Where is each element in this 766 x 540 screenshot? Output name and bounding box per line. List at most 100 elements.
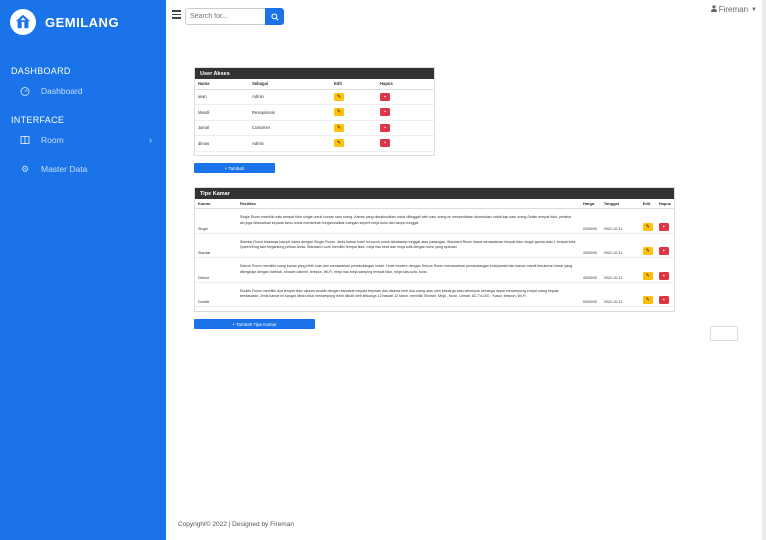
search-input[interactable]: [185, 8, 265, 25]
col-header: Kamar: [195, 199, 237, 209]
cell-sebagai: Customer: [249, 120, 331, 136]
cell-fasilitas: Double Room memiliki dua tempat tidur uk…: [236, 282, 580, 307]
cell-harga: 2000000: [579, 208, 601, 234]
brand[interactable]: GEMILANG: [10, 9, 119, 35]
trash-icon: ▪: [662, 272, 665, 279]
delete-button[interactable]: ▪: [380, 139, 390, 148]
search-button[interactable]: [265, 8, 284, 25]
col-header: Sebagai: [249, 79, 331, 90]
col-header: Hapus: [655, 199, 674, 209]
trash-icon: ▪: [384, 124, 386, 131]
gear-icon: ⚙: [20, 163, 30, 174]
delete-button[interactable]: ▪: [380, 123, 390, 132]
cell-kamar: Standar: [195, 233, 237, 258]
chevron-right-icon: ›: [149, 135, 152, 145]
empty-box: [710, 326, 738, 341]
sidebar-item-label: Room: [41, 135, 64, 145]
dashboard-icon: [20, 86, 30, 96]
pencil-icon: ✎: [645, 248, 650, 254]
pencil-icon: ✎: [336, 124, 342, 131]
cell-kamar: Deluxe: [195, 257, 237, 283]
user-name: Fireman: [718, 5, 749, 14]
edit-button[interactable]: ✎: [334, 92, 344, 101]
cell-tanggal: 2022-10-31: [600, 208, 640, 234]
edit-button[interactable]: ✎: [334, 139, 344, 148]
col-header: Tanggal: [600, 199, 640, 209]
user-akses-card: User Akses Nama Sebagai Edit Hapus iwan …: [194, 67, 435, 156]
sidebar-item-room[interactable]: Room ›: [20, 132, 152, 148]
tipe-kamar-table: Kamar Fasilitas Harga Tanggal Edit Hapus…: [195, 199, 674, 307]
pencil-icon: ✎: [645, 272, 650, 279]
edit-button[interactable]: ✎: [334, 108, 344, 117]
trash-icon: ▪: [662, 297, 665, 303]
cell-fasilitas: Standar Room biasanya hampir sama dengan…: [236, 233, 580, 258]
section-interface: INTERFACE: [11, 115, 65, 125]
table-row: Single Single Room memiliki satu tempat …: [195, 208, 674, 234]
trash-icon: ▪: [662, 223, 665, 230]
trash-icon: ▪: [384, 109, 386, 116]
cell-nama: dimas: [195, 135, 249, 152]
delete-button[interactable]: ▪: [380, 92, 390, 101]
cell-kamar: Double: [195, 282, 237, 307]
brand-name: GEMILANG: [45, 14, 120, 30]
trash-icon: ▪: [384, 93, 386, 100]
edit-button[interactable]: ✎: [334, 123, 344, 132]
cell-sebagai: Admin: [249, 89, 331, 105]
delete-button[interactable]: ▪: [658, 296, 669, 304]
col-header: Harga: [579, 199, 601, 209]
edit-button[interactable]: ✎: [642, 222, 653, 231]
col-header: Edit: [639, 199, 656, 209]
cell-harga: 5000000: [579, 282, 601, 307]
trash-icon: ▪: [662, 248, 665, 254]
topbar: Fireman ▼: [166, 0, 766, 34]
cell-tanggal: 2022-10-31: [600, 233, 640, 258]
user-icon: [710, 5, 717, 14]
sidebar-item-master-data[interactable]: ⚙ Master Data: [20, 161, 152, 177]
cell-harga: 4000000: [579, 257, 601, 283]
col-header: Hapus: [377, 79, 434, 90]
table-row: Deluxe Deluxe Room memiliki ruang kamar …: [195, 257, 674, 283]
delete-button[interactable]: ▪: [380, 108, 390, 117]
edit-button[interactable]: ✎: [642, 247, 653, 255]
pencil-icon: ✎: [336, 140, 342, 147]
trash-icon: ▪: [384, 140, 386, 147]
cell-kamar: Single: [195, 208, 237, 234]
user-menu[interactable]: Fireman ▼: [710, 5, 757, 14]
col-header: Nama: [195, 79, 249, 90]
cell-nama: iwan: [195, 89, 249, 105]
pencil-icon: ✎: [336, 93, 342, 100]
table-row: Standar Standar Room biasanya hampir sam…: [195, 233, 674, 258]
scrollbar[interactable]: [762, 0, 766, 540]
cell-fasilitas: Single Room memiliki satu tempat tidur s…: [236, 208, 580, 234]
table-row: dimas Admin ✎ ▪: [195, 135, 434, 152]
cell-sebagai: Admin: [249, 135, 331, 152]
sidebar-item-label: Dashboard: [41, 86, 83, 96]
tipe-kamar-title: Tipe Kamar: [195, 188, 674, 199]
cell-nama: Jamal: [195, 120, 249, 136]
sidebar-item-label: Master Data: [41, 164, 88, 174]
delete-button[interactable]: ▪: [658, 222, 669, 231]
sidebar-item-dashboard[interactable]: Dashboard: [20, 83, 152, 99]
search-icon: [270, 12, 279, 21]
tipe-kamar-card: Tipe Kamar Kamar Fasilitas Harga Tanggal…: [194, 187, 675, 312]
table-row: Double Double Room memiliki dua tempat t…: [195, 282, 674, 307]
add-user-button[interactable]: + Tambah: [194, 163, 275, 173]
edit-button[interactable]: ✎: [642, 271, 653, 280]
building-logo-icon: [10, 9, 36, 35]
table-row: Mandi Resepsionis ✎ ▪: [195, 104, 434, 121]
cell-nama: Mandi: [195, 104, 249, 121]
cell-fasilitas: Deluxe Room memiliki ruang kamar yang le…: [236, 257, 580, 283]
delete-button[interactable]: ▪: [658, 271, 669, 280]
edit-button[interactable]: ✎: [642, 296, 653, 304]
pencil-icon: ✎: [645, 297, 650, 303]
table-row: iwan Admin ✎ ▪: [195, 89, 434, 105]
col-header: Edit: [331, 79, 377, 90]
book-icon: [20, 135, 30, 145]
sidebar: GEMILANG DASHBOARD Dashboard INTERFACE R…: [0, 0, 166, 540]
cell-harga: 3000000: [579, 233, 601, 258]
add-room-type-button[interactable]: + Tambah Tipe Kamar: [194, 319, 315, 329]
delete-button[interactable]: ▪: [658, 247, 669, 255]
table-row: Jamal Customer ✎ ▪: [195, 120, 434, 136]
hamburger-menu-icon[interactable]: [172, 10, 181, 20]
user-akses-table: Nama Sebagai Edit Hapus iwan Admin ✎ ▪ M…: [195, 79, 434, 152]
